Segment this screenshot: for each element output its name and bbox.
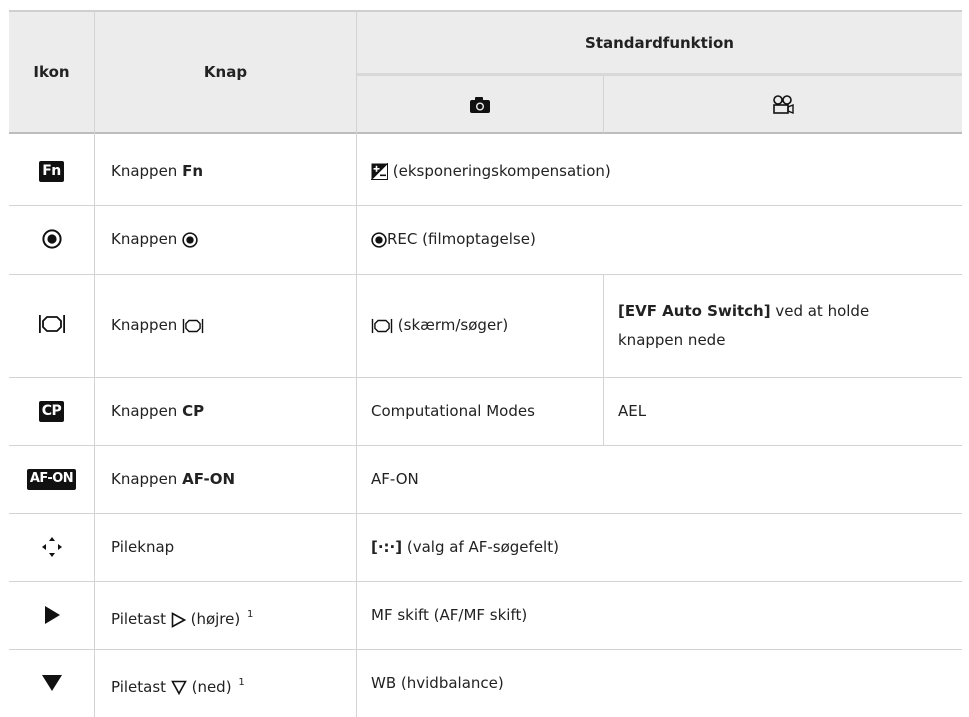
lv-icon bbox=[9, 311, 94, 337]
function-down: WB (hvidbalance) bbox=[371, 674, 504, 692]
function-lv-photo: (skærm/søger) bbox=[371, 313, 508, 337]
cp-icon: CP bbox=[9, 398, 94, 424]
play-right-icon bbox=[9, 602, 94, 628]
knap-label-arrow-pad: Pileknap bbox=[111, 538, 175, 556]
knap-label-af-on: Knappen AF-ON bbox=[111, 470, 236, 488]
lv-icon bbox=[182, 318, 204, 333]
function-rec: REC (filmoptagelse) bbox=[371, 227, 536, 251]
record-icon bbox=[371, 231, 387, 248]
function-lv-movie-line1: [EVF Auto Switch] ved at holde bbox=[618, 302, 870, 320]
triangle-down-icon bbox=[9, 670, 94, 696]
function-right: MF skift (AF/MF skift) bbox=[371, 606, 528, 624]
knap-label-right: Piletast (højre) 1 bbox=[111, 609, 254, 628]
exposure-compensation-icon bbox=[371, 163, 388, 180]
record-icon bbox=[182, 231, 198, 248]
function-fn: (eksponeringskompensation) bbox=[371, 159, 611, 183]
knap-label-down: Piletast (ned) 1 bbox=[111, 677, 245, 696]
af-on-icon: AF-ON bbox=[9, 466, 94, 492]
movie-camera-icon bbox=[604, 90, 962, 120]
function-af-on: AF-ON bbox=[371, 470, 419, 488]
knap-label-lv: Knappen bbox=[111, 313, 204, 337]
camera-icon bbox=[357, 90, 603, 120]
knap-label-fn: Knappen Fn bbox=[111, 162, 204, 180]
function-cp-photo: Computational Modes bbox=[371, 402, 535, 420]
function-arrow-pad: [·:·] (valg af AF-søgefelt) bbox=[371, 538, 559, 556]
function-cp-movie: AEL bbox=[618, 402, 647, 420]
lv-icon bbox=[371, 318, 393, 333]
knap-label-cp: Knappen CP bbox=[111, 402, 205, 420]
header-knap: Knap bbox=[203, 63, 248, 81]
fn-icon: Fn bbox=[9, 158, 94, 184]
header-standardfunktion: Standardfunktion bbox=[585, 34, 734, 52]
function-lv-movie-line2: knappen nede bbox=[618, 331, 726, 349]
arrow-pad-icon bbox=[9, 534, 94, 560]
record-icon bbox=[9, 226, 94, 252]
header-ikon: Ikon bbox=[33, 63, 70, 81]
triangle-down-outline-icon bbox=[170, 680, 187, 695]
triangle-right-outline-icon bbox=[171, 611, 186, 628]
knap-label-rec: Knappen bbox=[111, 227, 198, 251]
